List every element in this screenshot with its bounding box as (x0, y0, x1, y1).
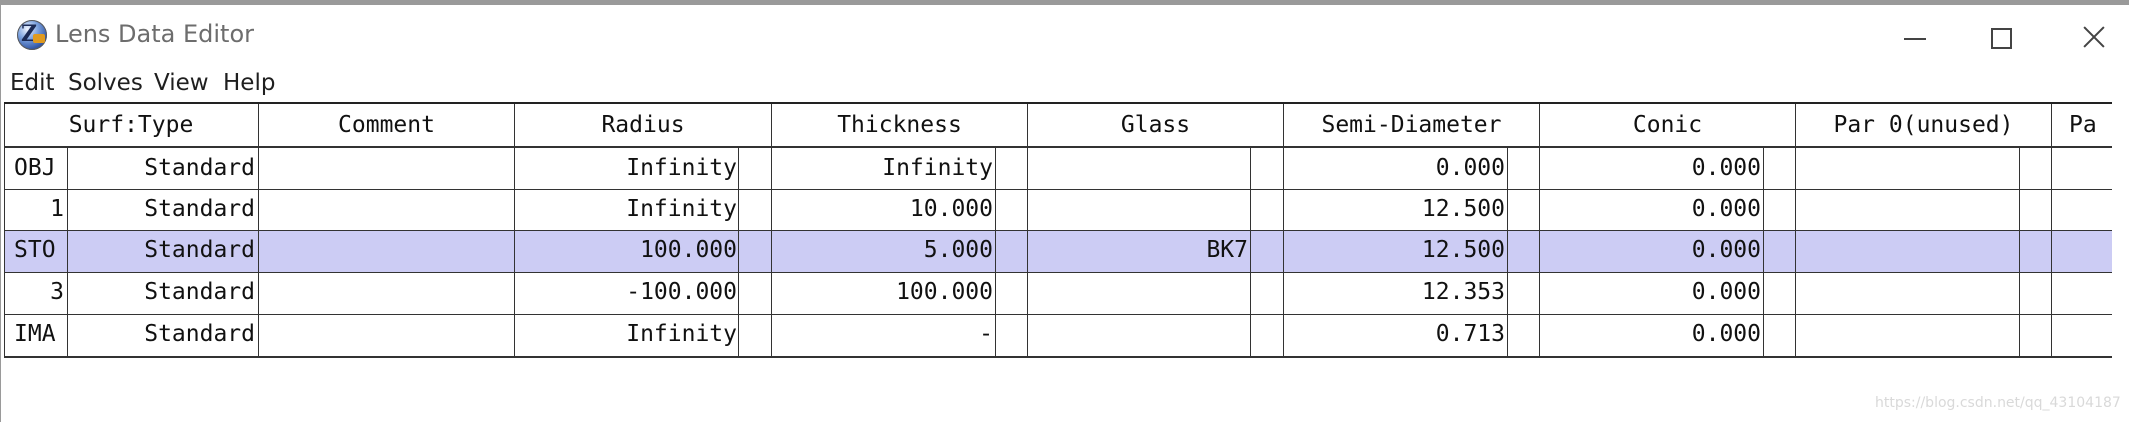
menu-help[interactable]: Help (223, 70, 275, 96)
header-par0[interactable]: Par 0(unused) (1796, 104, 2051, 146)
header-radius[interactable]: Radius (515, 104, 771, 146)
radius-cell[interactable]: Infinity (515, 314, 737, 354)
header-semi-diameter[interactable]: Semi-Diameter (1284, 104, 1539, 146)
surf-type-cell[interactable]: Standard (68, 230, 255, 270)
conic-cell[interactable]: 0.000 (1540, 272, 1761, 312)
surf-type-cell[interactable]: Standard (68, 272, 255, 312)
header-surf-type[interactable]: Surf:Type (4, 104, 258, 146)
conic-cell[interactable]: 0.000 (1540, 148, 1761, 188)
surf-type-cell[interactable]: Standard (68, 148, 255, 188)
radius-cell[interactable]: -100.000 (515, 272, 737, 312)
table-row[interactable]: IMA Standard Infinity - 0.713 0.000 (4, 314, 2112, 356)
header-par1[interactable]: Pa (2052, 104, 2112, 146)
thickness-cell[interactable]: 5.000 (772, 230, 993, 270)
lens-data-grid[interactable]: Surf:Type Comment Radius Thickness Glass… (4, 102, 2112, 358)
semi-diameter-cell[interactable]: 0.713 (1284, 314, 1505, 354)
surf-type-cell[interactable]: Standard (68, 314, 255, 354)
radius-cell[interactable]: 100.000 (515, 230, 737, 270)
conic-cell[interactable]: 0.000 (1540, 230, 1761, 270)
radius-cell[interactable]: Infinity (515, 148, 737, 188)
conic-cell[interactable]: 0.000 (1540, 189, 1761, 229)
window-title: Lens Data Editor (55, 20, 255, 48)
radius-cell[interactable]: Infinity (515, 189, 737, 229)
watermark: https://blog.csdn.net/qq_43104187 (1875, 395, 2121, 411)
table-row-selected[interactable]: STO Standard 100.000 5.000 BK7 12.500 0.… (4, 230, 2112, 272)
menu-edit[interactable]: Edit (10, 70, 55, 96)
semi-diameter-cell[interactable]: 12.500 (1284, 189, 1505, 229)
surf-id-cell[interactable]: 3 (14, 272, 64, 312)
surf-id-cell[interactable]: 1 (14, 189, 64, 229)
semi-diameter-cell[interactable]: 12.500 (1284, 230, 1505, 270)
menu-bar: Edit Solves View Help (1, 65, 2129, 101)
conic-cell[interactable]: 0.000 (1540, 314, 1761, 354)
header-comment[interactable]: Comment (259, 104, 514, 146)
surf-id-cell[interactable]: OBJ (14, 148, 69, 188)
table-row[interactable]: OBJ Standard Infinity Infinity 0.000 0.0… (4, 148, 2112, 189)
thickness-cell[interactable]: 100.000 (772, 272, 993, 312)
header-thickness[interactable]: Thickness (772, 104, 1027, 146)
header-glass[interactable]: Glass (1028, 104, 1283, 146)
title-bar[interactable]: Z Lens Data Editor (1, 5, 2129, 65)
maximize-icon[interactable] (1982, 20, 2022, 54)
surf-id-cell[interactable]: IMA (14, 314, 69, 354)
surf-type-cell[interactable]: Standard (68, 189, 255, 229)
minimize-icon[interactable] (1896, 20, 1936, 54)
table-row[interactable]: 3 Standard -100.000 100.000 12.353 0.000 (4, 272, 2112, 314)
menu-view[interactable]: View (154, 70, 209, 96)
close-icon[interactable] (2076, 20, 2116, 54)
thickness-cell[interactable]: Infinity (772, 148, 993, 188)
semi-diameter-cell[interactable]: 12.353 (1284, 272, 1505, 312)
semi-diameter-cell[interactable]: 0.000 (1284, 148, 1505, 188)
thickness-cell[interactable]: 10.000 (772, 189, 993, 229)
header-conic[interactable]: Conic (1540, 104, 1795, 146)
thickness-cell[interactable]: - (772, 314, 993, 354)
table-row[interactable]: 1 Standard Infinity 10.000 12.500 0.000 (4, 189, 2112, 230)
menu-solves[interactable]: Solves (68, 70, 143, 96)
zemax-app-icon[interactable]: Z (17, 20, 47, 50)
surf-id-cell[interactable]: STO (14, 230, 69, 270)
glass-cell[interactable]: BK7 (1028, 230, 1248, 270)
